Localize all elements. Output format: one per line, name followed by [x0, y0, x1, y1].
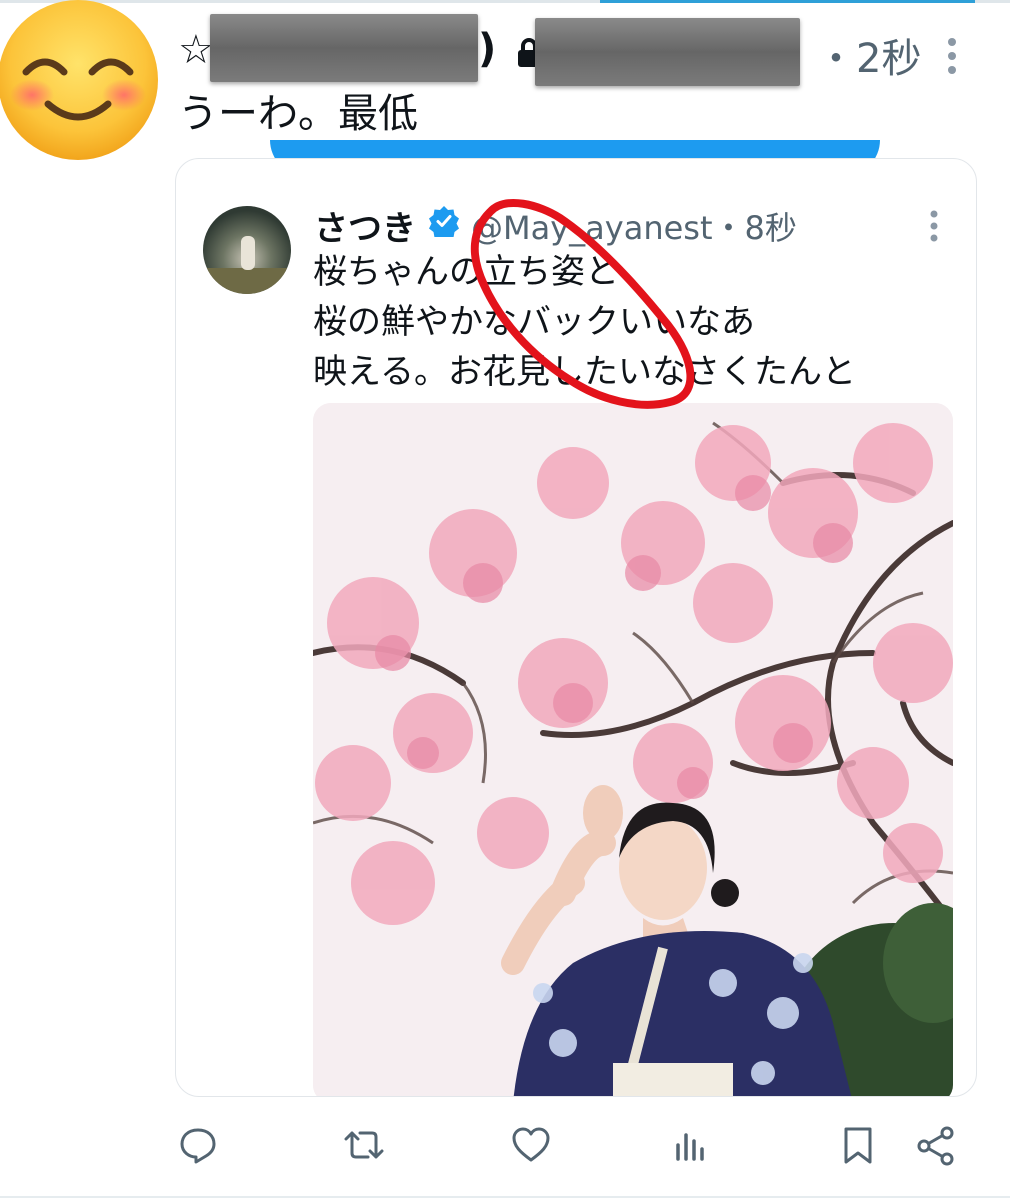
- more-options-icon[interactable]: [945, 36, 959, 76]
- redacted-handle: [535, 18, 800, 86]
- name-paren: ): [478, 26, 497, 72]
- bookmark-icon[interactable]: [838, 1125, 878, 1165]
- redacted-name: [210, 14, 478, 82]
- quoted-tweet[interactable]: さつき @May_ayanest・8秒 桜ちゃんの立ち姿と 桜の鮮やかなバックい…: [175, 158, 977, 1097]
- tweet-text: うーわ。最低: [178, 91, 418, 137]
- quoted-handle[interactable]: @May_ayanest・8秒: [471, 203, 797, 249]
- avatar[interactable]: [0, 0, 160, 160]
- quoted-text: 桜ちゃんの立ち姿と 桜の鮮やかなバックいいなあ 映える。お花見したいなさくたんと: [313, 247, 856, 397]
- quoted-photo[interactable]: [313, 403, 953, 1097]
- views-icon[interactable]: [672, 1125, 712, 1165]
- quoted-line: 桜ちゃんの立ち姿と: [313, 252, 619, 292]
- name-star: ☆: [178, 27, 214, 73]
- tweet-time[interactable]: ・2秒: [816, 26, 921, 84]
- quoted-line: 桜の鮮やかなバックいいなあ: [313, 302, 755, 342]
- quoted-avatar[interactable]: [203, 206, 291, 294]
- action-bar: [0, 1115, 1010, 1185]
- quoted-display-name[interactable]: さつき: [314, 201, 416, 250]
- top-accent-bar: [600, 0, 975, 3]
- reply-icon[interactable]: [178, 1125, 218, 1165]
- retweet-icon[interactable]: [342, 1125, 386, 1165]
- verified-badge-icon: [429, 206, 459, 237]
- like-icon[interactable]: [510, 1125, 552, 1165]
- bottom-divider: [0, 1196, 1010, 1198]
- quoted-more-icon[interactable]: [928, 209, 940, 243]
- share-icon[interactable]: [915, 1125, 957, 1167]
- quoted-line: 映える。お花見したいなさくたんと: [313, 352, 856, 392]
